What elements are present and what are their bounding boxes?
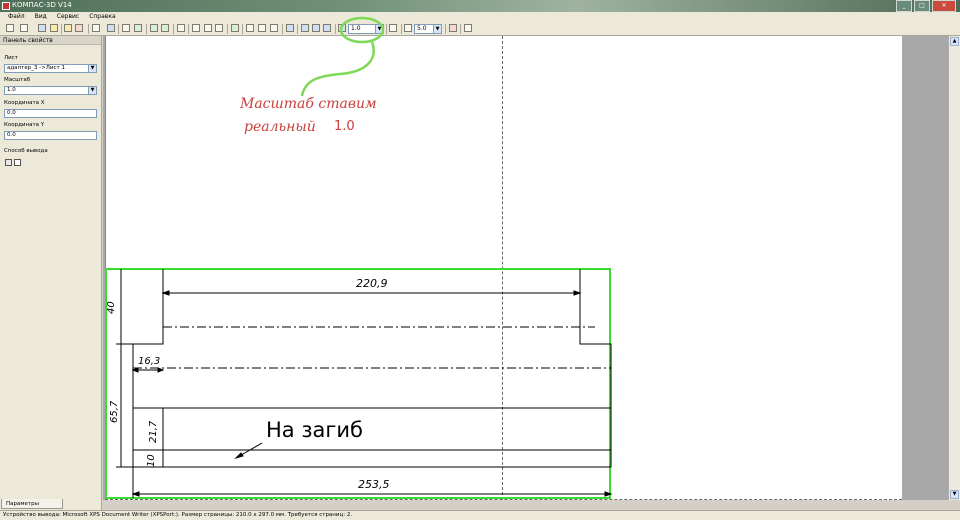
fold-label: На загиб [266, 418, 364, 442]
annotation-line1: Масштаб ставим [240, 96, 377, 112]
dim-text-65: 65,7 [109, 400, 120, 423]
annotation-value: 1.0 [334, 119, 355, 134]
dim-text-21: 21,7 [148, 420, 159, 443]
green-frame [105, 268, 611, 499]
dim-text-16: 16,3 [138, 356, 161, 367]
drawing-canvas [105, 16, 613, 499]
dim-text-10: 10 [146, 454, 157, 467]
highlight-circle [339, 16, 385, 44]
annotation-line2: реальный [244, 119, 316, 135]
status-bar: Устройство вывода: Microsoft XPS Documen… [0, 510, 960, 520]
dim-text-bottom: 253,5 [358, 478, 390, 491]
dim-text-top: 220,9 [356, 277, 388, 290]
fold-arrow [234, 452, 244, 460]
center-lines [133, 326, 611, 409]
dim-text-40: 40 [106, 301, 117, 314]
highlight-pointer [300, 41, 375, 97]
